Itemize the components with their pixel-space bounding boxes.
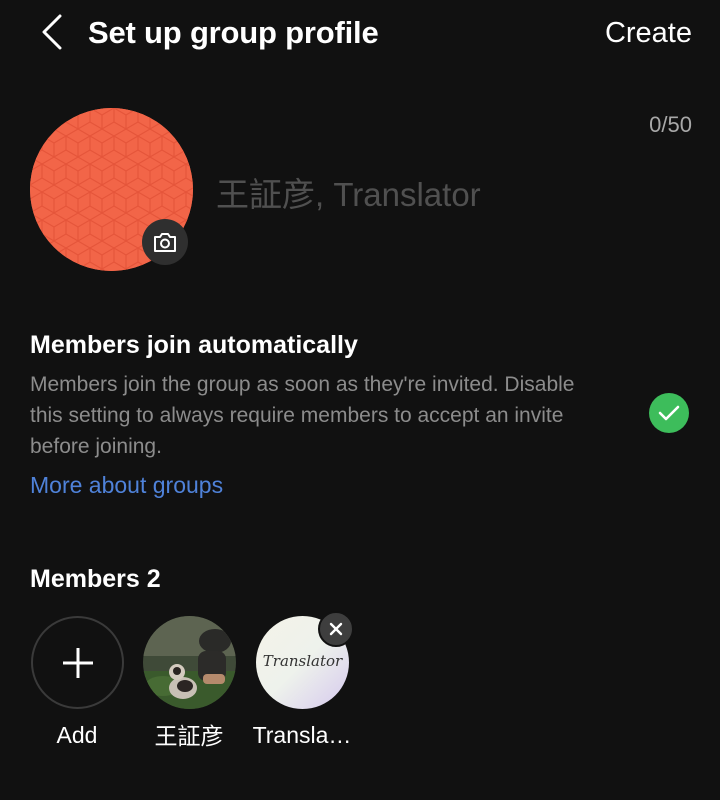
back-button[interactable] [30,10,74,54]
add-member-label: Add [56,722,98,748]
members-heading: Members 2 [30,565,161,593]
member-photo [143,616,236,709]
plus-icon [62,647,93,678]
member-avatar[interactable] [143,616,236,709]
checkmark-icon [658,405,680,421]
page-title: Set up group profile [88,15,379,50]
create-button[interactable]: Create [605,14,692,52]
close-icon [329,622,343,636]
camera-icon [154,233,176,252]
remove-member-button[interactable] [318,611,354,647]
chevron-left-icon [42,14,62,50]
name-char-counter: 0/50 [649,112,692,137]
member-avatar-text: Translator [263,652,343,670]
auto-join-title: Members join automatically [30,331,358,359]
add-member-button[interactable] [31,616,124,709]
more-about-groups-link[interactable]: More about groups [30,470,223,500]
member-name: Transla… [252,722,352,748]
member-name: 王証彦 [154,723,224,749]
group-name-input[interactable] [216,170,686,220]
auto-join-description: Members join the group as soon as they'r… [30,373,575,458]
change-photo-button[interactable] [142,219,188,265]
auto-join-toggle[interactable] [649,393,689,433]
